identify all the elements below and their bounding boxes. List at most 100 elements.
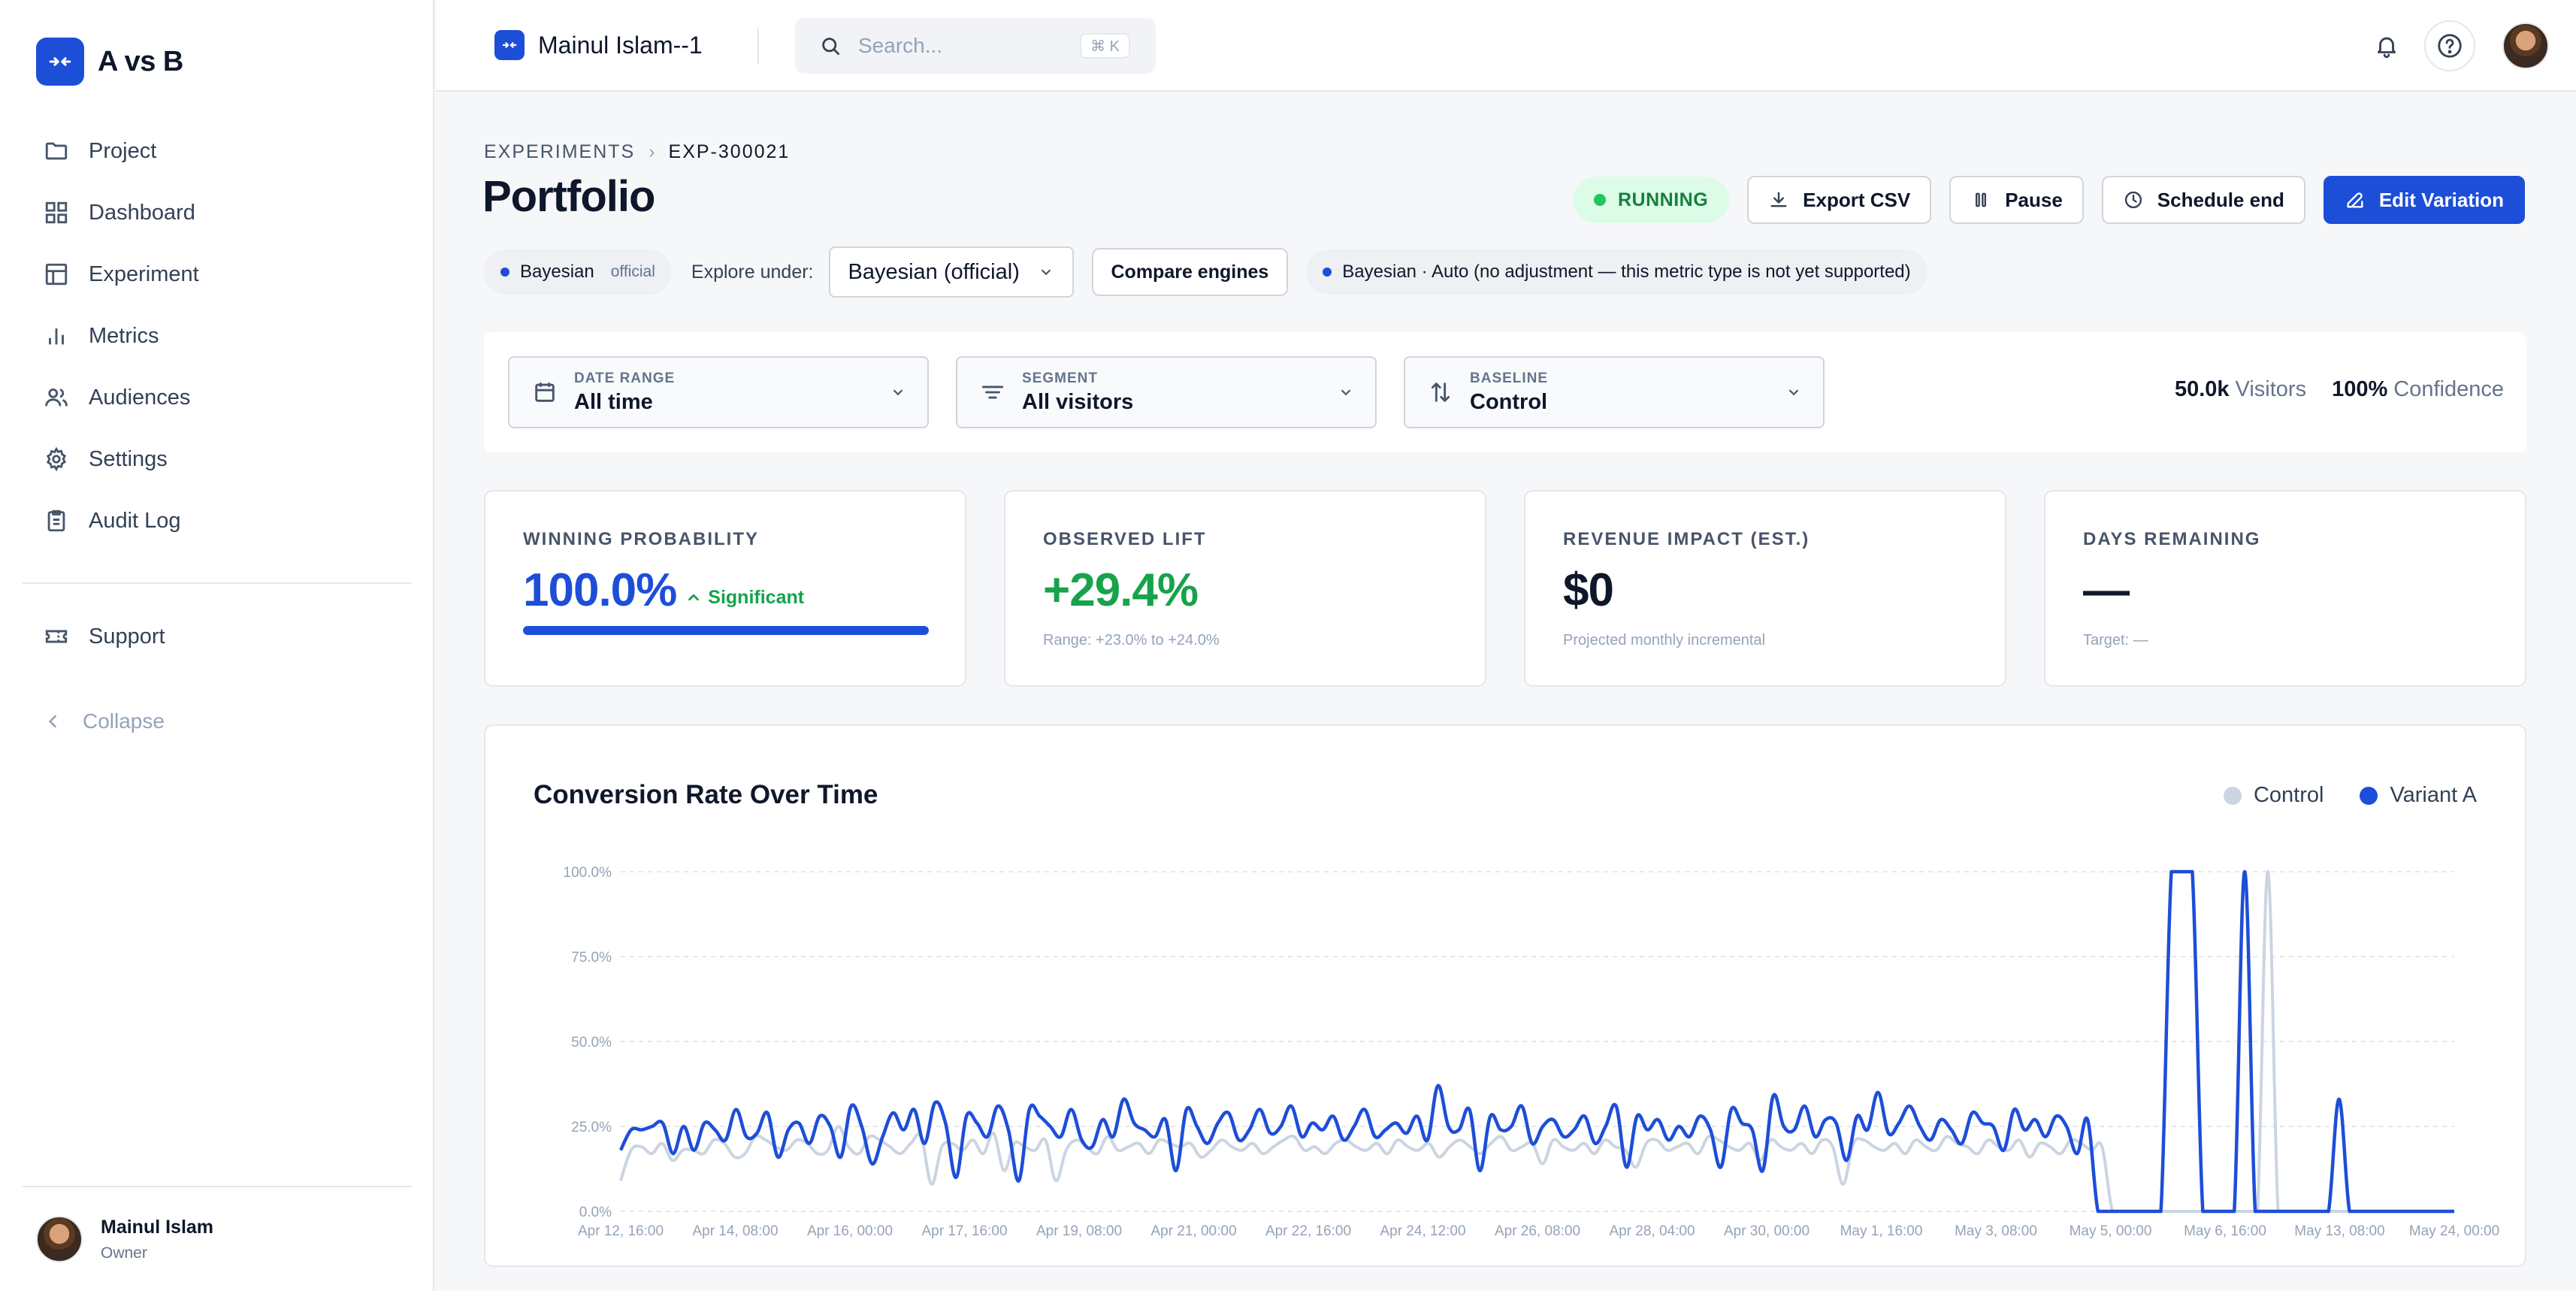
significant-label: Significant <box>708 586 805 608</box>
ticket-icon <box>45 630 68 643</box>
notifications-button[interactable] <box>2361 20 2412 71</box>
winning-probability-card: WINNING PROBABILITY 100.0% Significant <box>484 490 966 687</box>
x-tick-label: May 1, 16:00 <box>1840 1223 1923 1239</box>
breadcrumb-separator: › <box>649 141 655 162</box>
users-icon <box>45 388 68 407</box>
date-range-filter[interactable]: DATE RANGE All time <box>508 356 929 428</box>
pause-button[interactable]: Pause <box>1949 176 2084 224</box>
legend-label: Control <box>2253 783 2324 807</box>
gear-icon <box>46 446 67 472</box>
y-tick-label: 75.0% <box>571 950 612 966</box>
legend-item-control[interactable]: Control <box>2223 783 2324 808</box>
sidebar-item-label: Project <box>89 138 157 163</box>
kpi-label: WINNING PROBABILITY <box>523 529 759 549</box>
sidebar-support-section: Support <box>23 606 412 667</box>
x-tick-label: May 24, 00:00 <box>2409 1223 2499 1239</box>
search-bar[interactable]: ⌘ K <box>795 18 1156 74</box>
sidebar-item-settings[interactable]: Settings <box>23 428 412 490</box>
kpi-sub: Range: +23.0% to +24.0% <box>1043 632 1220 649</box>
y-tick-label: 0.0% <box>579 1205 612 1220</box>
adjustment-chip: Bayesian · Auto (no adjustment — this me… <box>1306 249 1927 295</box>
status-label: RUNNING <box>1617 189 1709 210</box>
chevron-down-icon <box>1341 389 1351 396</box>
header-actions: RUNNING Export CSV Pause Schedule end Ed… <box>1572 176 2525 224</box>
x-tick-label: Apr 14, 08:00 <box>692 1223 778 1239</box>
collapse-sidebar-button[interactable]: Collapse <box>44 709 165 733</box>
workspace-switcher[interactable]: Mainul Islam--1 <box>494 30 703 60</box>
sidebar-item-experiment[interactable]: Experiment <box>23 243 412 305</box>
kpi-value: $0 <box>1563 564 1614 616</box>
page-title: Portfolio <box>482 172 655 221</box>
segment-label: SEGMENT <box>1022 370 1098 386</box>
baseline-value: Control <box>1470 389 1548 414</box>
table-icon <box>45 263 68 286</box>
schedule-end-button[interactable]: Schedule end <box>2101 176 2305 224</box>
pause-label: Pause <box>2005 188 2063 211</box>
revenue-impact-card: REVENUE IMPACT (EST.) $0 Projected month… <box>1524 490 2006 687</box>
sidebar-item-dashboard[interactable]: Dashboard <box>23 182 412 243</box>
adjustment-dot-icon <box>1323 268 1332 277</box>
sidebar-item-audiences[interactable]: Audiences <box>23 367 412 428</box>
compare-engines-button[interactable]: Compare engines <box>1091 248 1289 296</box>
help-button[interactable] <box>2424 20 2475 71</box>
user-avatar-button[interactable] <box>2502 23 2549 69</box>
search-input[interactable] <box>858 34 1069 58</box>
user-card[interactable]: Mainul Islam Owner <box>36 1216 213 1262</box>
chart-title: Conversion Rate Over Time <box>534 780 878 809</box>
segment-filter[interactable]: SEGMENT All visitors <box>956 356 1377 428</box>
sidebar-item-metrics[interactable]: Metrics <box>23 305 412 367</box>
sidebar-item-label: Audiences <box>89 385 191 410</box>
engine-dot-icon <box>500 268 509 277</box>
schedule-end-label: Schedule end <box>2157 188 2284 211</box>
days-remaining-card: DAYS REMAINING — Target: — <box>2044 490 2526 687</box>
sidebar-item-label: Dashboard <box>89 200 195 225</box>
date-range-label: DATE RANGE <box>574 370 676 386</box>
explore-engine-select[interactable]: Bayesian (official) <box>828 246 1074 298</box>
legend-item-variant-a[interactable]: Variant A <box>2360 783 2477 808</box>
edit-variation-button[interactable]: Edit Variation <box>2323 176 2525 224</box>
engine-name: Bayesian <box>520 262 594 282</box>
export-csv-button[interactable]: Export CSV <box>1747 176 1932 224</box>
app-logo-icon <box>36 38 84 86</box>
sidebar-bottom-divider <box>23 1186 412 1187</box>
y-tick-label: 25.0% <box>571 1120 612 1135</box>
engine-tag: official <box>610 263 655 280</box>
bell-icon <box>2377 37 2396 59</box>
dashboard-grid-icon <box>45 201 68 224</box>
download-icon <box>1770 192 1787 207</box>
x-tick-label: May 13, 08:00 <box>2294 1223 2384 1239</box>
x-tick-label: Apr 19, 08:00 <box>1036 1223 1122 1239</box>
significant-badge: Significant <box>685 587 804 609</box>
topbar: Mainul Islam--1 ⌘ K <box>436 0 2576 92</box>
bar-chart-icon <box>49 328 64 345</box>
filters-bar: DATE RANGE All time SEGMENT All visitors… <box>484 332 2526 452</box>
sidebar-item-support[interactable]: Support <box>23 606 412 667</box>
workspace-name: Mainul Islam--1 <box>538 31 703 59</box>
breadcrumb-experiments-link[interactable]: EXPERIMENTS <box>484 141 635 163</box>
x-tick-label: May 5, 00:00 <box>2070 1223 2152 1239</box>
kpi-sub: Target: — <box>2083 632 2148 649</box>
app-name: A vs B <box>98 45 183 77</box>
baseline-label: BASELINE <box>1470 370 1549 386</box>
sidebar-item-audit-log[interactable]: Audit Log <box>23 490 412 552</box>
observed-lift-card: OBSERVED LIFT +29.4% Range: +23.0% to +2… <box>1004 490 1486 687</box>
sidebar-item-label: Settings <box>89 446 168 471</box>
chevron-down-icon <box>893 389 903 396</box>
sidebar-divider <box>23 582 412 584</box>
status-dot-icon <box>1593 194 1606 206</box>
sidebar-item-label: Support <box>89 624 165 649</box>
sidebar-item-label: Audit Log <box>89 508 181 533</box>
sidebar-item-project[interactable]: Project <box>23 120 412 182</box>
user-name: Mainul Islam <box>101 1216 214 1238</box>
collapse-label: Collapse <box>83 709 165 733</box>
legend-swatch-variant-a <box>2360 786 2378 805</box>
visitors-label: Visitors <box>2235 377 2307 401</box>
baseline-filter[interactable]: BASELINE Control <box>1404 356 1825 428</box>
explore-label: Explore under: <box>691 261 814 283</box>
confidence-label: Confidence <box>2393 377 2504 401</box>
legend-label: Variant A <box>2390 783 2477 807</box>
kpi-value: 100.0% <box>523 564 677 616</box>
brand[interactable]: A vs B <box>36 38 183 86</box>
topbar-divider <box>757 27 759 65</box>
edit-variation-label: Edit Variation <box>2378 188 2504 211</box>
